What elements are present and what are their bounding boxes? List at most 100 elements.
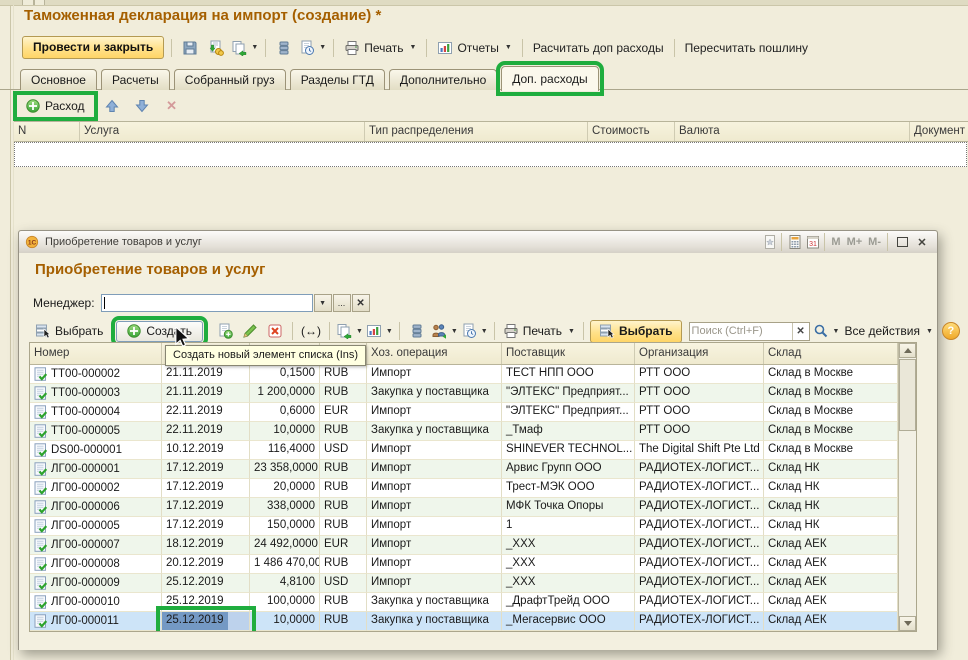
expense-column-header-1[interactable]: Услуга — [80, 122, 365, 141]
cell-sum[interactable]: 10,0000 — [250, 612, 320, 631]
cell-date[interactable]: 25.12.2019 — [162, 574, 250, 593]
cell-organization[interactable]: РАДИОТЕХ-ЛОГИСТ... — [635, 460, 764, 479]
cell-organization[interactable]: РАДИОТЕХ-ЛОГИСТ... — [635, 517, 764, 536]
cell-sum[interactable]: 116,4000 — [250, 441, 320, 460]
search-clear-button[interactable]: ✕ — [792, 323, 809, 340]
cell-supplier[interactable]: МФК Точка Опоры — [502, 498, 635, 517]
cell-organization[interactable]: РТТ ООО — [635, 403, 764, 422]
move-down-button[interactable] — [131, 95, 153, 117]
cell-date[interactable]: 25.12.2019 — [162, 612, 250, 631]
cell-operation[interactable]: Закупка у поставщика — [367, 612, 502, 631]
add-expense-button[interactable]: Расход — [18, 96, 93, 116]
document-log-button[interactable]: ▼ — [299, 37, 326, 59]
structure-list-button[interactable] — [273, 37, 295, 59]
table-row[interactable]: ТТ00-00000422.11.20190,6000EURИмпорт"ЭЛТ… — [30, 403, 898, 422]
cell-sum[interactable]: 10,0000 — [250, 422, 320, 441]
cell-operation[interactable]: Импорт — [367, 441, 502, 460]
cell-organization[interactable]: The Digital Shift Pte Ltd — [635, 441, 764, 460]
table-row[interactable]: ЛГ00-00000517.12.2019150,0000RUBИмпорт1Р… — [30, 517, 898, 536]
cell-operation[interactable]: Закупка у поставщика — [367, 593, 502, 612]
cell-currency[interactable]: RUB — [320, 479, 367, 498]
cell-warehouse[interactable]: Склад НК — [764, 517, 898, 536]
cell-number[interactable]: ЛГ00-000001 — [30, 460, 162, 479]
cell-sum[interactable]: 100,0000 — [250, 593, 320, 612]
list-mode-button[interactable] — [406, 320, 428, 342]
cell-warehouse[interactable]: Склад в Москве — [764, 365, 898, 384]
memory-button-1[interactable]: M+ — [844, 236, 866, 248]
cell-date[interactable]: 21.11.2019 — [162, 384, 250, 403]
favorites-button[interactable] — [762, 234, 778, 250]
cell-date[interactable]: 22.11.2019 — [162, 403, 250, 422]
table-row[interactable]: ЛГ00-00000617.12.2019338,0000RUBИмпортМФ… — [30, 498, 898, 517]
cell-number[interactable]: ТТ00-000003 — [30, 384, 162, 403]
cell-supplier[interactable]: 1 — [502, 517, 635, 536]
cell-supplier[interactable]: _XXX — [502, 536, 635, 555]
choose-button[interactable]: Выбрать — [590, 320, 682, 343]
table-row[interactable]: ЛГ00-00000820.12.20191 486 470,00...RUBИ… — [30, 555, 898, 574]
post-and-close-button[interactable]: Провести и закрыть — [22, 36, 164, 59]
cell-sum[interactable]: 338,0000 — [250, 498, 320, 517]
cell-date[interactable]: 17.12.2019 — [162, 498, 250, 517]
maximize-button[interactable] — [893, 234, 911, 250]
table-row[interactable]: DS00-00000110.12.2019116,4000USDИмпортSH… — [30, 441, 898, 460]
cell-date[interactable]: 18.12.2019 — [162, 536, 250, 555]
cell-warehouse[interactable]: Склад в Москве — [764, 403, 898, 422]
cell-currency[interactable]: RUB — [320, 460, 367, 479]
all-actions-button[interactable]: Все действия▼ — [842, 324, 934, 338]
cell-supplier[interactable]: _XXX — [502, 555, 635, 574]
cell-warehouse[interactable]: Склад НК — [764, 498, 898, 517]
tab-5[interactable]: Доп. расходы — [501, 66, 598, 91]
cell-operation[interactable]: Импорт — [367, 574, 502, 593]
copy-post-button[interactable]: ▼ — [231, 37, 258, 59]
cell-date[interactable]: 17.12.2019 — [162, 517, 250, 536]
cell-organization[interactable]: РАДИОТЕХ-ЛОГИСТ... — [635, 536, 764, 555]
document-log-button[interactable]: ▼ — [461, 320, 488, 342]
vertical-scrollbar[interactable] — [898, 343, 916, 631]
table-row[interactable]: ЛГ00-00001025.12.2019100,0000RUBЗакупка … — [30, 593, 898, 612]
cell-supplier[interactable]: Арвис Групп ООО — [502, 460, 635, 479]
cell-organization[interactable]: РАДИОТЕХ-ЛОГИСТ... — [635, 498, 764, 517]
memory-button-0[interactable]: M — [828, 236, 843, 248]
scroll-down-button[interactable] — [899, 616, 916, 631]
cell-number[interactable]: ЛГ00-000009 — [30, 574, 162, 593]
cell-date[interactable]: 10.12.2019 — [162, 441, 250, 460]
cell-number[interactable]: ТТ00-000004 — [30, 403, 162, 422]
scrollbar-thumb[interactable] — [899, 359, 916, 431]
cell-warehouse[interactable]: Склад НК — [764, 479, 898, 498]
select-button[interactable]: Выбрать — [33, 323, 105, 339]
cell-organization[interactable]: РТТ ООО — [635, 422, 764, 441]
table-row[interactable]: ТТ00-00000522.11.201910,0000RUBЗакупка у… — [30, 422, 898, 441]
delete-button[interactable] — [264, 320, 286, 342]
cell-currency[interactable]: RUB — [320, 517, 367, 536]
scroll-up-button[interactable] — [899, 343, 916, 358]
cell-number[interactable]: ТТ00-000005 — [30, 422, 162, 441]
calculator-button[interactable] — [787, 234, 803, 250]
tab-0[interactable]: Основное — [20, 69, 97, 90]
cell-date[interactable]: 17.12.2019 — [162, 460, 250, 479]
cell-supplier[interactable]: _ДрафтТрейд ООО — [502, 593, 635, 612]
cell-operation[interactable]: Импорт — [367, 479, 502, 498]
table-row[interactable]: ЛГ00-00000925.12.20194,8100USDИмпорт_XXX… — [30, 574, 898, 593]
cell-number[interactable]: ЛГ00-000008 — [30, 555, 162, 574]
delete-row-button[interactable]: ✕ — [161, 95, 183, 117]
tab-3[interactable]: Разделы ГТД — [290, 69, 385, 90]
create-group-button[interactable] — [214, 320, 236, 342]
cell-number[interactable]: ЛГ00-000005 — [30, 517, 162, 536]
cell-currency[interactable]: RUB — [320, 555, 367, 574]
expense-table-empty-row[interactable] — [14, 142, 967, 167]
cell-supplier[interactable]: "ЭЛТЕКС" Предприят... — [502, 403, 635, 422]
close-button[interactable]: ✕ — [913, 234, 931, 250]
expense-column-header-5[interactable]: Документ — [910, 122, 968, 141]
cell-currency[interactable]: RUB — [320, 422, 367, 441]
cell-supplier[interactable]: _Мегасервис ООО — [502, 612, 635, 631]
cell-number[interactable]: ЛГ00-000002 — [30, 479, 162, 498]
cell-date[interactable]: 21.11.2019 — [162, 365, 250, 384]
cell-number[interactable]: ЛГ00-000007 — [30, 536, 162, 555]
table-row[interactable]: ЛГ00-00001125.12.201910,0000RUBЗакупка у… — [30, 612, 898, 631]
reports-button[interactable]: Отчеты▼ — [434, 40, 514, 56]
cell-organization[interactable]: РАДИОТЕХ-ЛОГИСТ... — [635, 612, 764, 631]
purchase-column-header-5[interactable]: Поставщик — [502, 343, 635, 364]
report-button[interactable]: ▼ — [366, 320, 393, 342]
cell-date[interactable]: 17.12.2019 — [162, 479, 250, 498]
cell-currency[interactable]: RUB — [320, 498, 367, 517]
